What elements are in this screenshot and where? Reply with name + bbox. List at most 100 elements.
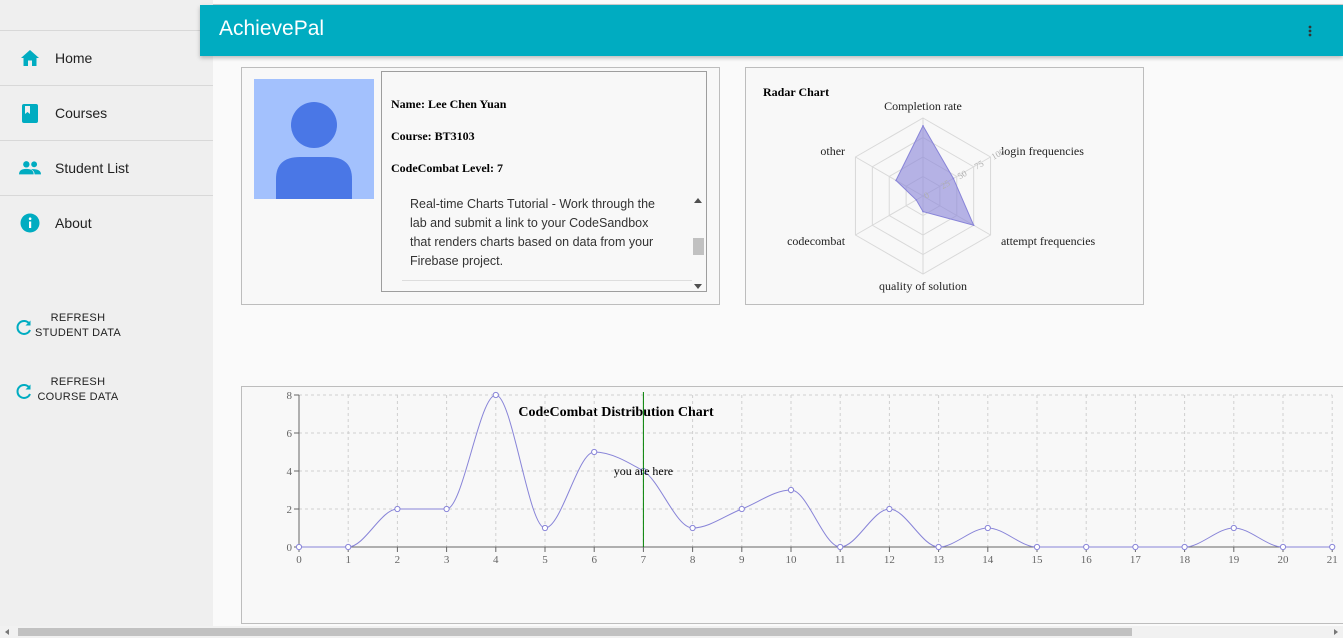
line-chart-x-tick-label: 3	[444, 554, 450, 566]
app-title: AchievePal	[219, 17, 325, 40]
line-chart-data-point	[1083, 543, 1090, 551]
radar-radial-tick-label: 50	[956, 168, 969, 181]
line-chart-title: CodeCombat Distribution Chart	[518, 405, 714, 420]
line-chart-y-tick-label: 4	[287, 466, 293, 478]
line-chart-data-point	[295, 543, 303, 551]
student-course: Course: BT3103	[391, 129, 475, 143]
scroll-down-arrow-icon[interactable]	[694, 284, 702, 289]
refresh-student-line1: REFRESH	[50, 312, 106, 324]
codecombat-distribution-card: CodeCombat Distribution Chart 0246801234…	[241, 386, 1343, 624]
horizontal-scrollbar[interactable]	[0, 626, 1343, 638]
refresh-course-line2: COURSE DATA	[37, 391, 119, 403]
line-chart-data-point	[1279, 543, 1287, 551]
line-chart-data-point	[443, 505, 450, 513]
book-icon	[19, 102, 41, 124]
you-are-here-label: you are here	[614, 464, 673, 478]
line-chart-data-point	[1033, 543, 1041, 551]
scroll-right-arrow-icon[interactable]	[1334, 629, 1338, 635]
line-chart-data-point	[886, 505, 893, 513]
radar-chart-card: Radar Chart Completion rate login frequen…	[745, 67, 1144, 305]
line-chart-data-point	[787, 486, 795, 494]
line-chart-data-point	[1132, 543, 1139, 551]
sidebar-item-student-list[interactable]: Student List	[0, 140, 213, 195]
sidebar-item-label: Student List	[55, 160, 129, 176]
line-chart-data-point	[1329, 543, 1336, 551]
radar-axis-label: codecombat	[787, 234, 846, 248]
line-chart-y-tick-label: 8	[287, 390, 293, 402]
refresh-student-data-button[interactable]: REFRESH STUDENT DATA	[0, 309, 213, 349]
line-chart-x-tick-label: 1	[345, 554, 351, 566]
radar-axis-label: quality of solution	[879, 279, 967, 293]
codecombat-level: CodeCombat Level: 7	[391, 161, 503, 175]
line-chart-x-tick-label: 10	[786, 554, 798, 566]
student-info-panel: Name: Lee Chen Yuan Course: BT3103 CodeC…	[381, 71, 707, 292]
radar-axis-label: other	[820, 144, 845, 158]
radar-axis-label: attempt frequencies	[1001, 234, 1096, 248]
line-chart-x-tick-label: 18	[1179, 554, 1191, 566]
line-chart-x-tick-label: 13	[933, 554, 945, 566]
line-chart-x-tick-label: 19	[1228, 554, 1240, 566]
line-chart-data-point	[935, 543, 942, 551]
sidebar-item-about[interactable]: About	[0, 195, 213, 250]
line-chart-x-tick-label: 6	[591, 554, 597, 566]
horizontal-scroll-thumb[interactable]	[18, 628, 1132, 636]
line-chart-x-tick-label: 21	[1327, 554, 1338, 566]
line-chart-x-tick-label: 0	[296, 554, 302, 566]
description-scrollbar[interactable]	[691, 193, 705, 292]
radar-data-point	[952, 177, 955, 180]
sidebar: Home Courses Student List About REFRESH …	[0, 0, 213, 626]
scroll-left-arrow-icon[interactable]	[5, 629, 9, 635]
radar-data-point	[895, 179, 897, 182]
line-chart-data-point	[837, 543, 844, 551]
scroll-up-arrow-icon[interactable]	[694, 198, 702, 203]
radar-axis-label: login frequencies	[1001, 144, 1084, 158]
line-chart-data-point	[591, 448, 598, 456]
sidebar-item-home[interactable]: Home	[0, 30, 213, 85]
scroll-thumb[interactable]	[693, 238, 704, 255]
line-chart-x-tick-label: 15	[1032, 554, 1044, 566]
person-icon	[276, 102, 352, 199]
more-vert-icon[interactable]	[1300, 15, 1320, 45]
line-chart-data-point	[394, 505, 401, 513]
home-icon	[19, 47, 41, 69]
sidebar-item-courses[interactable]: Courses	[0, 85, 213, 140]
info-icon	[19, 212, 41, 234]
line-chart-x-tick-label: 16	[1081, 554, 1093, 566]
radar-data-point	[922, 125, 924, 127]
radar-axis-label: Completion rate	[884, 99, 962, 113]
line-chart-x-tick-label: 12	[884, 554, 895, 566]
radar-data-point	[915, 199, 918, 201]
line-chart-x-tick-label: 2	[395, 554, 401, 566]
line-chart-x-tick-label: 9	[739, 554, 745, 566]
line-chart-y-tick-label: 2	[287, 504, 293, 516]
line-chart-data-point	[689, 524, 696, 532]
sidebar-item-label: Courses	[55, 105, 108, 121]
refresh-course-line1: REFRESH	[50, 376, 106, 388]
app-bar: AchievePal	[200, 5, 1343, 56]
radar-chart-title: Radar Chart	[763, 85, 829, 99]
line-chart-data-point	[345, 543, 352, 551]
distribution-line-chart: CodeCombat Distribution Chart 024680 1 2 3 4…	[287, 390, 1338, 566]
sidebar-item-label: Home	[55, 50, 93, 66]
line-chart-data-point	[541, 524, 549, 532]
line-chart-y-tick-label: 0	[287, 542, 293, 554]
avatar	[254, 79, 374, 199]
divider	[402, 280, 692, 281]
line-chart-data-point	[1181, 543, 1188, 551]
radar-chart: Radar Chart Completion rate login frequen…	[763, 85, 1096, 293]
line-chart-data-point	[492, 391, 499, 399]
achievement-description: Real-time Charts Tutorial - Work through…	[410, 197, 656, 268]
line-chart-x-tick-label: 5	[542, 554, 548, 566]
radar-data-point	[972, 224, 975, 227]
radar-data-point	[922, 210, 924, 213]
line-chart-data-point	[1230, 524, 1237, 532]
refresh-course-data-button[interactable]: REFRESH COURSE DATA	[0, 373, 213, 413]
line-chart-x-tick-label: 17	[1130, 554, 1142, 566]
line-chart-data-point	[738, 505, 745, 513]
line-chart-data-point	[984, 524, 991, 532]
line-chart-x-tick-label: 14	[982, 554, 994, 566]
line-chart-x-tick-label: 7	[641, 554, 647, 566]
sidebar-item-label: About	[55, 215, 92, 231]
student-name: Name: Lee Chen Yuan	[391, 97, 507, 111]
line-chart-x-tick-label: 4	[493, 554, 499, 566]
